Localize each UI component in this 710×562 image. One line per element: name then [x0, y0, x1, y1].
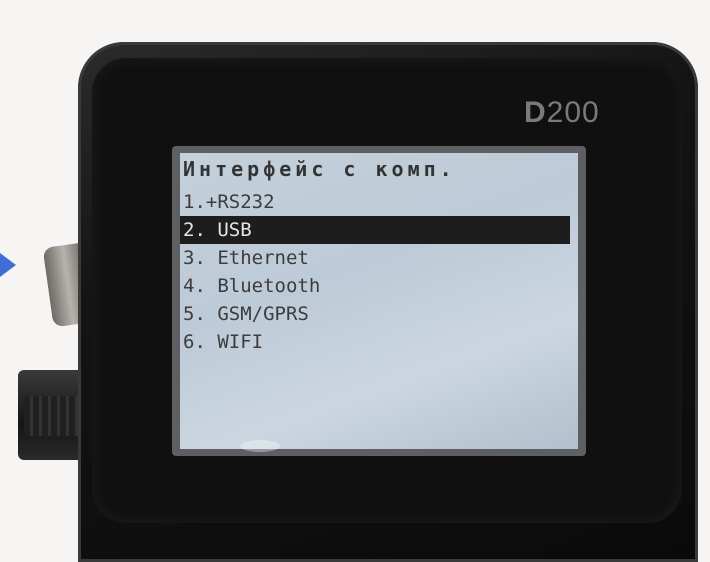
- pointer-arrow-icon: [0, 253, 16, 277]
- screen-title: Интерфейс с комп.: [183, 157, 456, 181]
- menu-item-usb[interactable]: 2. USB: [180, 216, 570, 244]
- screen-glare: [240, 440, 280, 452]
- brand-suffix: 200: [546, 96, 600, 129]
- lcd-screen: Интерфейс с комп. 1.+RS232 2. USB 3. Eth…: [180, 153, 578, 449]
- brand-prefix: D: [524, 96, 547, 129]
- menu-item-rs232[interactable]: 1.+RS232: [180, 188, 578, 216]
- menu-item-ethernet[interactable]: 3. Ethernet: [180, 244, 578, 272]
- menu-item-gsm-gprs[interactable]: 5. GSM/GPRS: [180, 300, 578, 328]
- menu-item-bluetooth[interactable]: 4. Bluetooth: [180, 272, 578, 300]
- interface-menu: 1.+RS232 2. USB 3. Ethernet 4. Bluetooth…: [180, 188, 578, 356]
- device-model-label: D200: [524, 96, 600, 130]
- menu-item-wifi[interactable]: 6. WIFI: [180, 328, 578, 356]
- cable-grip: [24, 396, 84, 436]
